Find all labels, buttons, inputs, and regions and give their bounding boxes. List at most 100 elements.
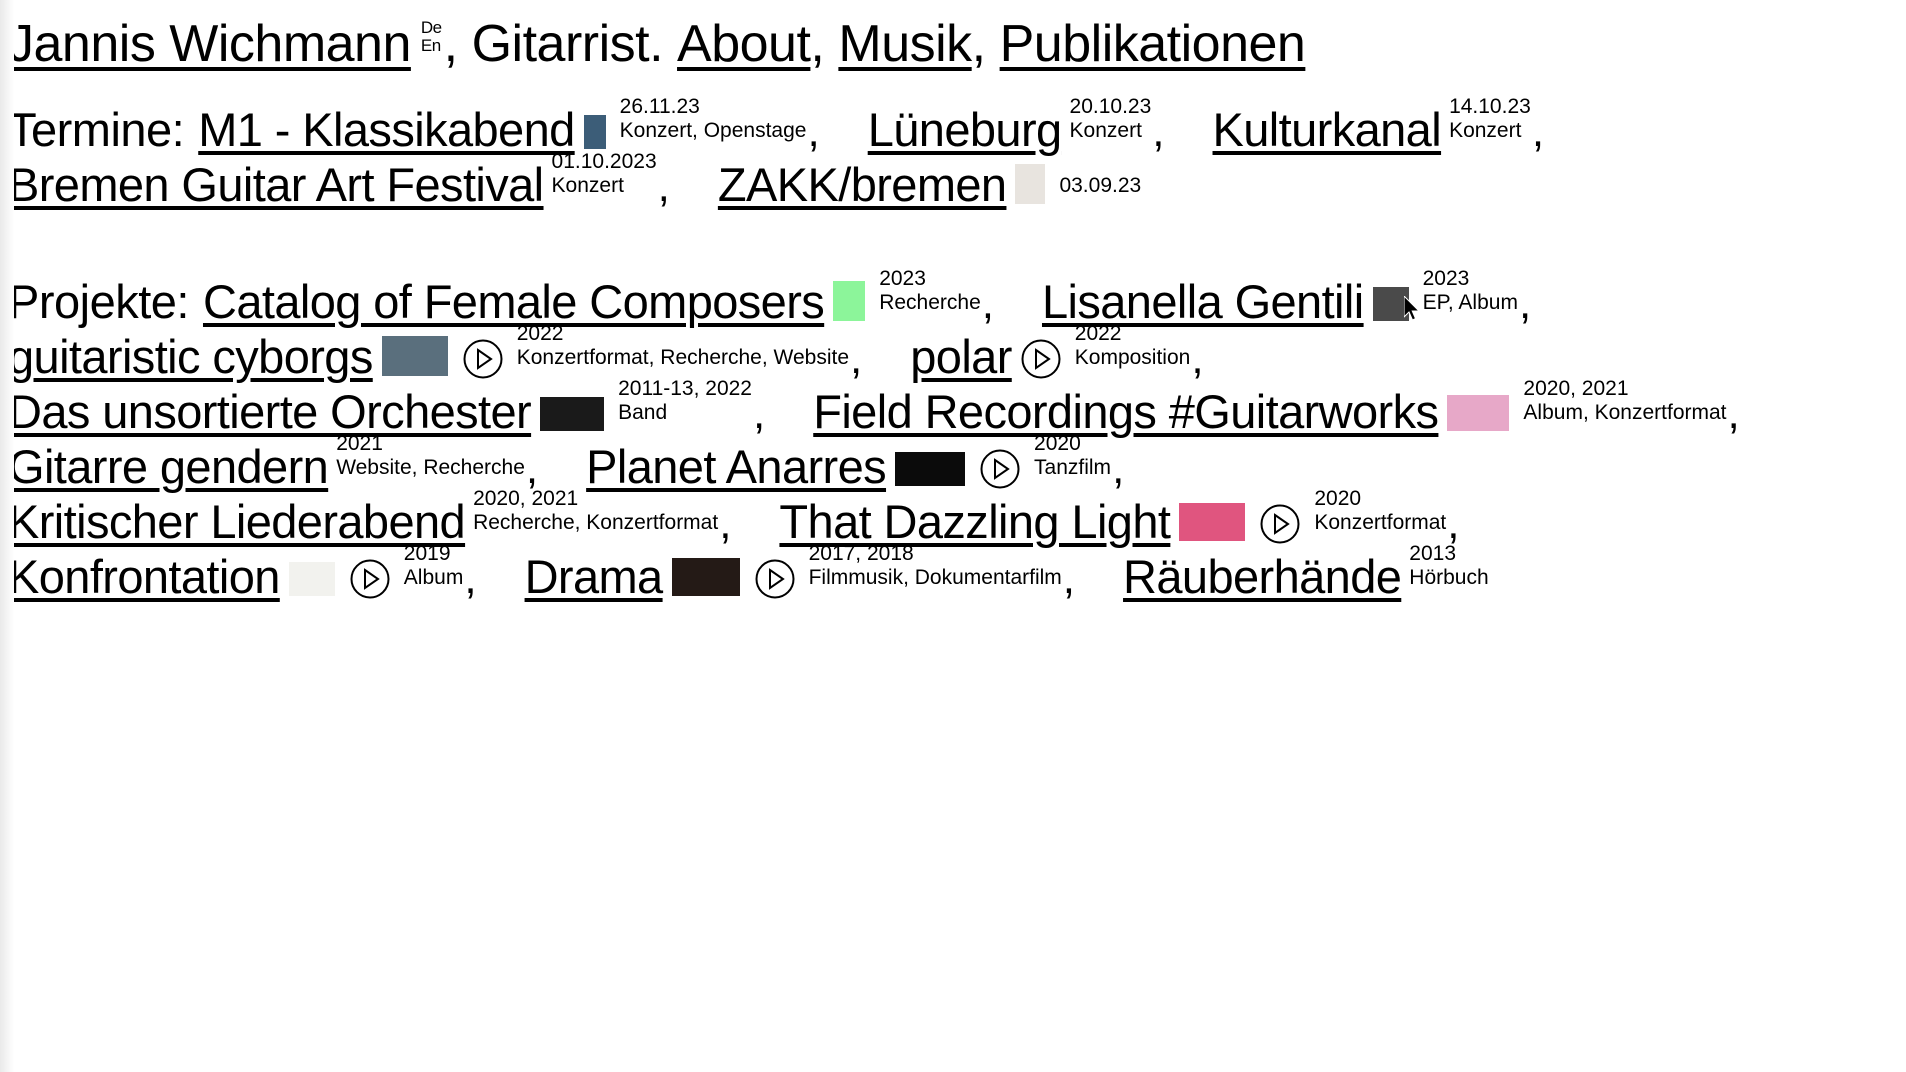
entry-separator: , bbox=[1531, 107, 1545, 156]
entry-meta: 2022 Konzertformat, Recherche, Website bbox=[517, 322, 849, 369]
entry-date: 2020, 2021 bbox=[473, 487, 579, 511]
entry-meta: 01.10.2023 Konzert bbox=[552, 150, 657, 197]
entry-projekte: polar 2022 Komposition, bbox=[910, 322, 1211, 384]
entry-projekte: Konfrontation 2019 Album, bbox=[8, 542, 485, 604]
site-header: Jannis Wichmann De En , Gitarrist. About… bbox=[8, 14, 1906, 74]
entry-title-link[interactable]: Drama bbox=[525, 550, 664, 603]
entry-meta: 2011-13, 2022 Band bbox=[618, 377, 752, 424]
entry-title-link[interactable]: Catalog of Female Composers bbox=[203, 275, 825, 328]
entry-title-link[interactable]: M1 - Klassikabend bbox=[198, 103, 575, 156]
entry-tags: Album, Konzertformat bbox=[1523, 401, 1727, 424]
entry-date: 2022 bbox=[1074, 322, 1122, 346]
entry-separator: , bbox=[981, 279, 994, 328]
entry-projekte: That Dazzling Light 2020 Konzertformat, bbox=[779, 487, 1467, 549]
play-circle-icon[interactable] bbox=[1021, 339, 1061, 379]
entry-title-link[interactable]: Field Recordings #Guitarworks bbox=[813, 385, 1439, 438]
entry-separator: , bbox=[1518, 279, 1532, 328]
entry-title-link[interactable]: polar bbox=[910, 330, 1012, 383]
entry-meta: 14.10.23 Konzert bbox=[1449, 95, 1531, 142]
entry-tags: Konzertformat bbox=[1314, 511, 1447, 534]
entry-separator: , bbox=[807, 107, 820, 156]
flyer-thumbnail[interactable] bbox=[1015, 164, 1046, 204]
termine-label: Termine: bbox=[8, 103, 185, 156]
lang-en[interactable]: En bbox=[421, 36, 442, 55]
entry-tags: Komposition bbox=[1074, 346, 1191, 369]
entry-title-link[interactable]: Lisanella Gentili bbox=[1042, 275, 1364, 328]
entry-tags: Konzert bbox=[551, 174, 624, 197]
entry-meta: 20.10.23 Konzert bbox=[1070, 95, 1152, 142]
entry-title-link[interactable]: ZAKK/bremen bbox=[718, 158, 1007, 211]
entry-title-link[interactable]: Lüneburg bbox=[868, 103, 1062, 156]
play-circle-icon[interactable] bbox=[1260, 504, 1300, 544]
entry-title-link[interactable]: Kritischer Liederabend bbox=[8, 495, 466, 548]
entry-meta: 2021 Website, Recherche bbox=[336, 432, 525, 479]
entry-separator: , bbox=[1152, 107, 1165, 156]
entry-title-link[interactable]: Bremen Guitar Art Festival bbox=[8, 158, 544, 211]
entry-tags: Tanzfilm bbox=[1034, 456, 1112, 479]
entry-projekte: Räuberhände 2013 Hörbuch bbox=[1123, 542, 1489, 604]
entry-separator: , bbox=[719, 499, 732, 548]
entry-title-link[interactable]: guitaristic cyborgs bbox=[8, 330, 373, 383]
pink-gradient-thumbnail[interactable] bbox=[1179, 503, 1246, 541]
entry-date: 2020 bbox=[1034, 432, 1081, 456]
entry-date: 2019 bbox=[403, 542, 451, 566]
orchestra-stage-thumbnail[interactable] bbox=[540, 397, 605, 431]
projekte-label: Projekte: bbox=[8, 275, 189, 328]
entry-date: 20.10.23 bbox=[1069, 95, 1152, 119]
score-sheet-thumbnail[interactable] bbox=[288, 562, 335, 596]
entry-tags: Filmmusik, Dokumentarfilm bbox=[808, 566, 1062, 589]
nav-comma-1: , bbox=[971, 15, 986, 73]
role-text: Gitarrist. bbox=[471, 15, 664, 73]
entry-projekte: Drama 2017, 2018 Filmmusik, Dokumentarfilm… bbox=[525, 542, 1083, 604]
page-root: Jannis Wichmann De En , Gitarrist. About… bbox=[0, 0, 1906, 1072]
entry-tags: Konzert, Openstage bbox=[619, 119, 807, 142]
entry-date: 2020, 2021 bbox=[1523, 377, 1629, 401]
entry-projekte: Field Recordings #Guitarworks 2020, 2021 A… bbox=[813, 377, 1748, 439]
entry-title-link[interactable]: Das unsortierte Orchester bbox=[8, 385, 532, 438]
entry-separator: , bbox=[1727, 389, 1740, 438]
brand-link[interactable]: Jannis Wichmann bbox=[8, 14, 411, 74]
entry-date: 2022 bbox=[516, 322, 564, 346]
entry-title-link[interactable]: Kulturkanal bbox=[1213, 103, 1442, 156]
field-recording-thumbnail[interactable] bbox=[1447, 395, 1510, 431]
entry-tags: Recherche, Konzertformat bbox=[473, 511, 719, 534]
entry-title-link[interactable]: Gitarre gendern bbox=[8, 440, 329, 493]
entry-date: 03.09.23 bbox=[1059, 174, 1142, 197]
entry-separator: , bbox=[657, 162, 670, 211]
entry-tags: Recherche bbox=[879, 291, 981, 314]
entry-date: 2013 bbox=[1409, 542, 1456, 566]
entry-projekte: Planet Anarres 2020 Tanzfilm, bbox=[586, 432, 1132, 494]
play-circle-icon[interactable] bbox=[980, 449, 1020, 489]
play-circle-icon[interactable] bbox=[463, 339, 503, 379]
hands-photo-thumbnail[interactable] bbox=[671, 558, 740, 596]
lang-de[interactable]: De bbox=[421, 18, 442, 37]
dark-film-thumbnail[interactable] bbox=[895, 452, 966, 486]
entry-date: 14.10.23 bbox=[1449, 95, 1531, 119]
entry-date: 2017, 2018 bbox=[808, 542, 914, 566]
entry-title-link[interactable]: Konfrontation bbox=[8, 550, 280, 603]
nav-link-publikationen[interactable]: Publikationen bbox=[1000, 14, 1306, 74]
entry-tags: Konzertformat, Recherche, Website bbox=[516, 346, 850, 369]
nav-link-musik[interactable]: Musik bbox=[838, 14, 972, 74]
portrait-thumbnail[interactable] bbox=[1372, 287, 1409, 321]
nav-comma-0: , bbox=[810, 15, 825, 73]
entry-termine: M1 - Klassikabend 26.11.23 Konzert, Openst… bbox=[198, 95, 827, 157]
play-circle-icon[interactable] bbox=[755, 559, 795, 599]
entry-termine: ZAKK/bremen 03.09.23 bbox=[718, 157, 1141, 212]
nav-link-about[interactable]: About bbox=[677, 14, 811, 74]
entry-title-link[interactable]: Planet Anarres bbox=[586, 440, 887, 493]
entry-projekte: Lisanella Gentili 2023 EP, Album, bbox=[1042, 267, 1539, 329]
entry-date: 2020 bbox=[1314, 487, 1362, 511]
entry-tags: EP, Album bbox=[1422, 291, 1518, 314]
entry-meta: 03.09.23 bbox=[1059, 174, 1141, 198]
entry-projekte: guitaristic cyborgs 2022 Konzertformat, Re… bbox=[8, 322, 870, 384]
entry-date: 01.10.2023 bbox=[551, 150, 657, 174]
poster-thumbnail[interactable] bbox=[583, 115, 606, 149]
entry-title-link[interactable]: Räuberhände bbox=[1123, 550, 1402, 603]
cyborg-photo-thumbnail[interactable] bbox=[381, 336, 448, 376]
play-circle-icon[interactable] bbox=[350, 559, 390, 599]
green-document-thumbnail[interactable] bbox=[833, 281, 866, 321]
language-toggle[interactable]: De En bbox=[421, 18, 442, 56]
entry-title-link[interactable]: That Dazzling Light bbox=[779, 495, 1171, 548]
section-projekte: Projekte: Catalog of Female Composers 202… bbox=[8, 267, 1906, 604]
